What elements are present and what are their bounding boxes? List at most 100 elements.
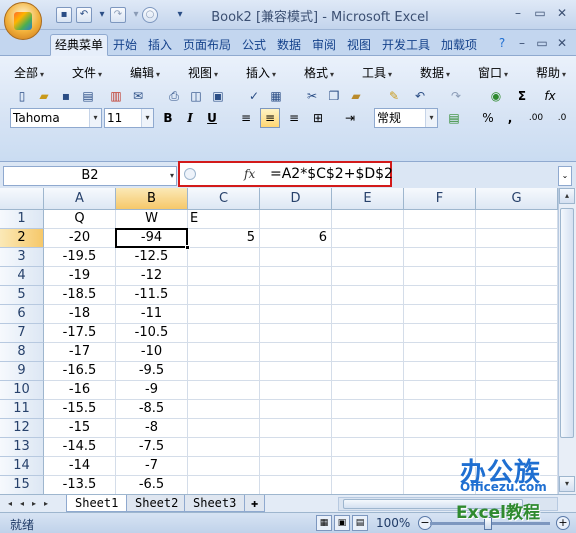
cell-b9[interactable]: -9.5: [116, 362, 188, 381]
normal-view-icon[interactable]: ▦: [316, 515, 332, 531]
cell-f4[interactable]: [404, 267, 476, 286]
cut-icon[interactable]: ✂: [302, 86, 322, 106]
cell-c11[interactable]: [188, 400, 260, 419]
scroll-down-icon[interactable]: ▾: [559, 476, 575, 492]
cell-e12[interactable]: [332, 419, 404, 438]
undo-icon[interactable]: ↶: [76, 7, 92, 23]
insert-sheet-icon[interactable]: ✚: [244, 495, 266, 512]
menu-data[interactable]: 数据 ▾: [420, 64, 450, 81]
cell-f8[interactable]: [404, 343, 476, 362]
permission-icon[interactable]: ▤: [78, 86, 98, 106]
cell-g2[interactable]: [476, 229, 558, 248]
cell-f1[interactable]: [404, 210, 476, 229]
scroll-thumb[interactable]: [560, 208, 574, 438]
italic-button[interactable]: I: [180, 108, 200, 128]
zoom-level[interactable]: 100%: [376, 516, 410, 530]
print-icon[interactable]: ⎙: [164, 86, 184, 106]
indent-icon[interactable]: ⇥: [340, 108, 360, 128]
cell-a11[interactable]: -15.5: [44, 400, 116, 419]
cell-a13[interactable]: -14.5: [44, 438, 116, 457]
undo-icon[interactable]: ↶: [410, 86, 430, 106]
menu-tools[interactable]: 工具 ▾: [362, 64, 392, 81]
cell-e4[interactable]: [332, 267, 404, 286]
cell-f7[interactable]: [404, 324, 476, 343]
page-layout-view-icon[interactable]: ▣: [334, 515, 350, 531]
column-header-b[interactable]: B: [116, 188, 188, 210]
row-header[interactable]: 14: [0, 457, 44, 476]
cell-g3[interactable]: [476, 248, 558, 267]
restore-button[interactable]: ▭: [530, 5, 550, 21]
prev-sheet-icon[interactable]: ◂: [16, 496, 28, 512]
tab-addins[interactable]: 加载项: [436, 34, 482, 56]
column-header-f[interactable]: F: [404, 188, 476, 210]
cell-a3[interactable]: -19.5: [44, 248, 116, 267]
cell-e3[interactable]: [332, 248, 404, 267]
chevron-down-icon[interactable]: ▾: [425, 109, 437, 127]
row-header[interactable]: 9: [0, 362, 44, 381]
cell-d2[interactable]: 6: [260, 229, 332, 248]
cell-c5[interactable]: [188, 286, 260, 305]
cell-c13[interactable]: [188, 438, 260, 457]
cell-g6[interactable]: [476, 305, 558, 324]
ribbon-minimize-button[interactable]: –: [512, 35, 532, 51]
tab-home[interactable]: 开始: [108, 34, 142, 56]
row-header[interactable]: 5: [0, 286, 44, 305]
formula-input[interactable]: =A2*$C$2+$D$2: [270, 166, 393, 182]
row-header[interactable]: 1: [0, 210, 44, 229]
expand-formula-bar-icon[interactable]: ⌄: [558, 166, 572, 186]
cell-e2[interactable]: [332, 229, 404, 248]
tab-formulas[interactable]: 公式: [237, 34, 271, 56]
cell-c1[interactable]: E: [188, 210, 260, 229]
cell-e10[interactable]: [332, 381, 404, 400]
page-break-view-icon[interactable]: ▤: [352, 515, 368, 531]
format-painter-icon[interactable]: ✎: [384, 86, 404, 106]
row-header[interactable]: 15: [0, 476, 44, 494]
align-right-icon[interactable]: ≡: [284, 108, 304, 128]
cell-c4[interactable]: [188, 267, 260, 286]
cell-a7[interactable]: -17.5: [44, 324, 116, 343]
cell-a4[interactable]: -19: [44, 267, 116, 286]
cell-c2[interactable]: 5: [188, 229, 260, 248]
cell-d12[interactable]: [260, 419, 332, 438]
scroll-up-icon[interactable]: ▴: [559, 188, 575, 204]
tab-insert[interactable]: 插入: [143, 34, 177, 56]
row-header[interactable]: 4: [0, 267, 44, 286]
cell-e8[interactable]: [332, 343, 404, 362]
cell-d13[interactable]: [260, 438, 332, 457]
cell-f9[interactable]: [404, 362, 476, 381]
open-folder-icon[interactable]: ▰: [34, 86, 54, 106]
chevron-down-icon[interactable]: ▾: [141, 109, 153, 127]
cell-f5[interactable]: [404, 286, 476, 305]
cell-g7[interactable]: [476, 324, 558, 343]
column-header-d[interactable]: D: [260, 188, 332, 210]
cell-a9[interactable]: -16.5: [44, 362, 116, 381]
tab-data[interactable]: 数据: [272, 34, 306, 56]
chevron-down-icon[interactable]: ▾: [170, 167, 174, 185]
cell-d7[interactable]: [260, 324, 332, 343]
help-icon[interactable]: ?: [492, 35, 512, 51]
close-button[interactable]: ✕: [552, 5, 572, 21]
column-header-a[interactable]: A: [44, 188, 116, 210]
column-header-g[interactable]: G: [476, 188, 558, 210]
cell-c14[interactable]: [188, 457, 260, 476]
cell-e11[interactable]: [332, 400, 404, 419]
vertical-scrollbar[interactable]: ▴ ▾: [558, 188, 576, 494]
last-sheet-icon[interactable]: ▸: [40, 496, 52, 512]
column-header-c[interactable]: C: [188, 188, 260, 210]
comma-button[interactable]: ,: [500, 108, 520, 128]
underline-button[interactable]: U: [202, 108, 222, 128]
paste-icon[interactable]: ▰: [346, 86, 366, 106]
cell-d10[interactable]: [260, 381, 332, 400]
minimize-button[interactable]: –: [508, 5, 528, 21]
row-header[interactable]: 2: [0, 229, 44, 248]
cell-f11[interactable]: [404, 400, 476, 419]
cell-e15[interactable]: [332, 476, 404, 494]
cell-e14[interactable]: [332, 457, 404, 476]
cell-b6[interactable]: -11: [116, 305, 188, 324]
tab-review[interactable]: 审阅: [307, 34, 341, 56]
cell-a14[interactable]: -14: [44, 457, 116, 476]
expand-circle-icon[interactable]: [184, 168, 196, 180]
hyperlink-icon[interactable]: ◉: [486, 86, 506, 106]
tab-classic-menu[interactable]: 经典菜单: [50, 34, 109, 56]
copy-icon[interactable]: ❐: [324, 86, 344, 106]
